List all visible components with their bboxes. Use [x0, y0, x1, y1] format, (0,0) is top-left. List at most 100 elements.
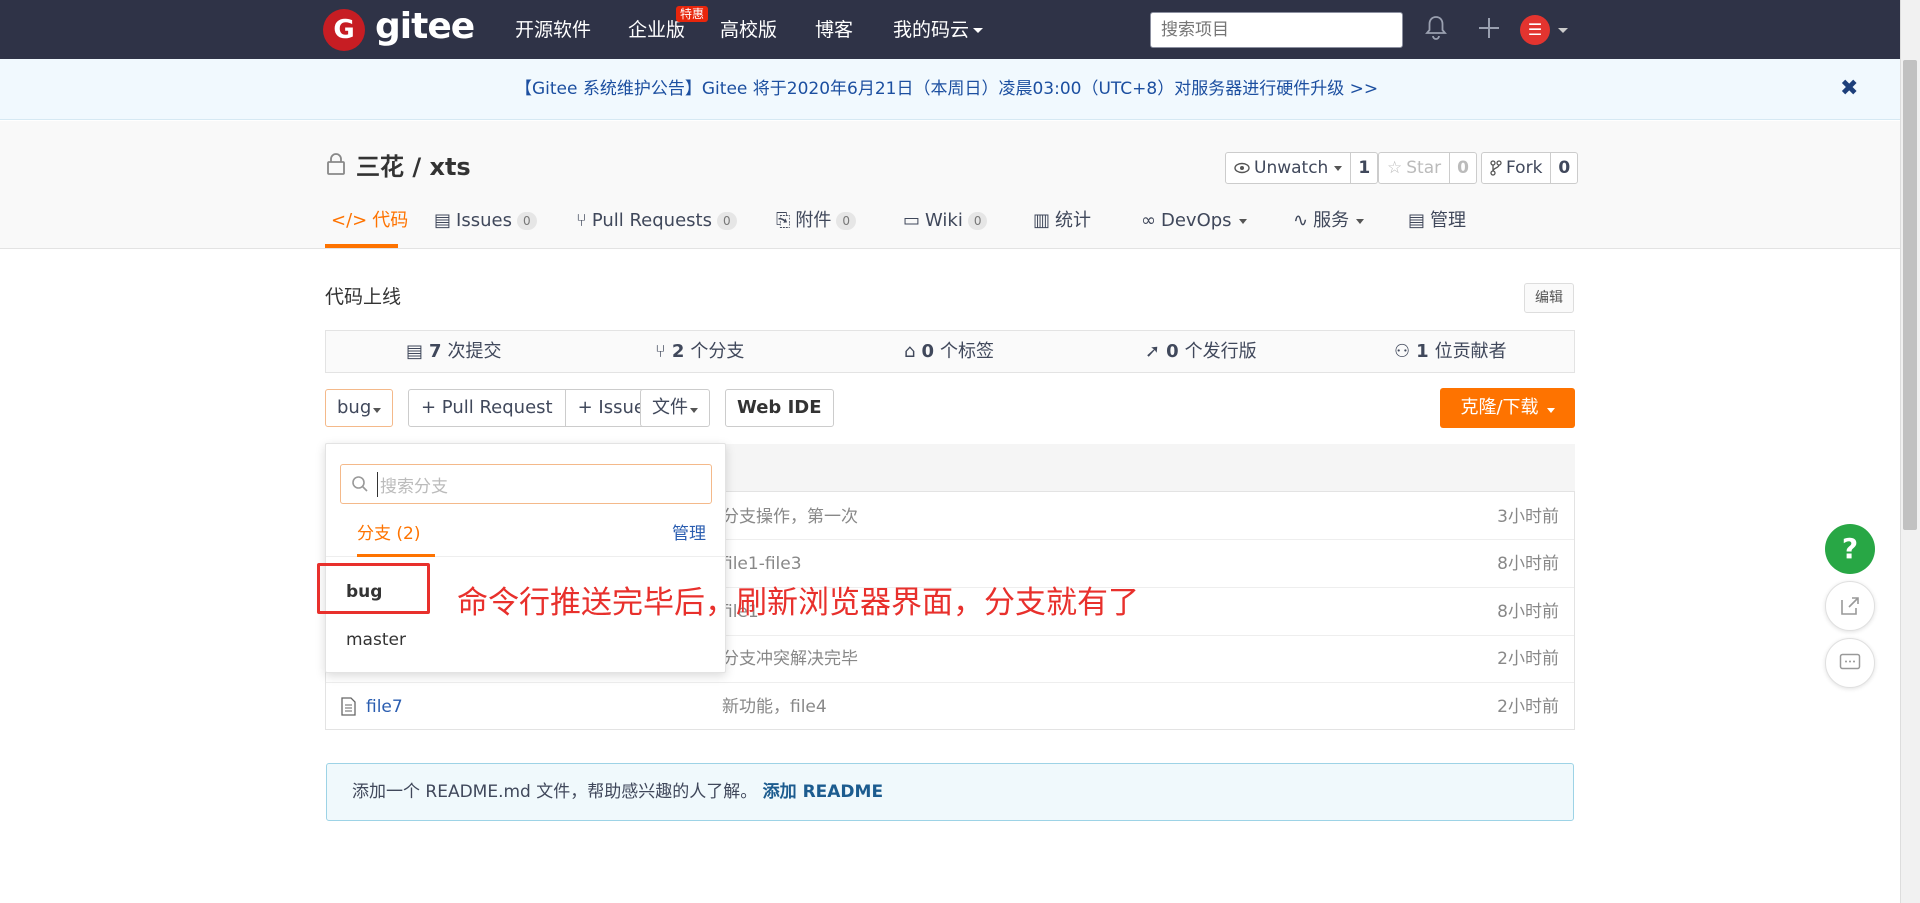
stat-contributors-label: 位贡献者 [1434, 341, 1507, 362]
stat-tags[interactable]: ⌂ 0 个标签 [904, 340, 994, 364]
gitee-logo-icon[interactable]: G [323, 9, 365, 51]
tab-attachments-label: 附件 [795, 210, 832, 231]
stat-contributors[interactable]: ⚇ 1 位贡献者 [1394, 340, 1507, 364]
scrollbar-thumb[interactable] [1903, 60, 1917, 530]
nav-my-gitee[interactable]: 我的码云 [893, 17, 984, 43]
eye-icon [1234, 162, 1250, 174]
row-divider [326, 682, 1574, 683]
commit-message[interactable]: 分支操作，第一次 [722, 506, 858, 528]
clone-download-button[interactable]: 克隆/下载 [1440, 388, 1575, 428]
tab-pull-requests-label: Pull Requests [591, 210, 712, 231]
tab-devops[interactable]: ∞ DevOps [1141, 208, 1247, 234]
search-icon [352, 476, 368, 492]
commit-time: 8小时前 [1497, 554, 1559, 574]
close-icon[interactable]: ✖ [1840, 77, 1858, 101]
tab-services[interactable]: ∿ 服务 [1293, 208, 1365, 234]
avatar-chevron-down-icon[interactable] [1558, 28, 1568, 33]
commit-time: 2小时前 [1497, 697, 1559, 717]
nav-my-gitee-label: 我的码云 [893, 19, 970, 41]
nav-open-source[interactable]: 开源软件 [515, 17, 591, 43]
code-icon: </> [331, 210, 368, 231]
commit-time: 8小时前 [1497, 602, 1559, 622]
chevron-down-icon [1334, 165, 1343, 171]
branch-search-placeholder: 搜索分支 [377, 471, 448, 497]
star-button[interactable]: ☆ Star 0 [1378, 152, 1477, 184]
file-name-link[interactable]: file7 [366, 696, 403, 718]
chat-button[interactable] [1825, 638, 1875, 688]
add-readme-link[interactable]: 添加 README [763, 782, 883, 802]
tab-wiki-count: 0 [967, 212, 988, 230]
chat-icon [1839, 653, 1861, 670]
annotation-highlight-box [317, 563, 430, 614]
infinity-icon: ∞ [1141, 210, 1156, 231]
star-count[interactable]: 0 [1450, 153, 1476, 183]
branch-manage-link[interactable]: 管理 [672, 522, 706, 546]
stat-releases-label: 个发行版 [1184, 341, 1257, 362]
branch-search-input[interactable]: 搜索分支 [340, 464, 712, 504]
stat-commits[interactable]: ▤ 7 次提交 [406, 340, 502, 364]
fork-count[interactable]: 0 [1551, 153, 1577, 183]
bell-icon[interactable] [1424, 14, 1448, 42]
chevron-down-icon [1356, 218, 1365, 224]
chevron-down-icon [690, 408, 698, 413]
new-pull-request-button[interactable]: + Pull Request [409, 390, 565, 426]
stat-releases[interactable]: ➚ 0 个发行版 [1145, 340, 1257, 364]
annotation-text: 命令行推送完毕后，刷新浏览器界面，分支就有了 [457, 585, 1139, 621]
stat-branches[interactable]: ⑂ 2 个分支 [655, 340, 744, 364]
clipboard-icon: ▤ [1408, 210, 1426, 231]
tab-manage[interactable]: ▤ 管理 [1408, 208, 1466, 234]
stat-tags-num: 0 [921, 341, 934, 362]
chevron-down-icon [1546, 408, 1555, 413]
file-menu-button[interactable]: 文件 [640, 389, 710, 427]
tab-devops-label: DevOps [1161, 210, 1232, 231]
branch-tab-underline [357, 554, 435, 557]
chevron-down-icon [373, 408, 382, 413]
watch-count[interactable]: 1 [1351, 153, 1377, 183]
share-button[interactable] [1825, 581, 1875, 631]
branch-item-master[interactable]: master [346, 629, 406, 651]
tab-stats[interactable]: ▥ 统计 [1033, 208, 1091, 234]
help-button[interactable]: ? [1825, 524, 1875, 574]
tab-wiki[interactable]: ▭ Wiki 0 [903, 208, 988, 234]
nav-education[interactable]: 高校版 [720, 17, 777, 43]
notice-text[interactable]: 【Gitee 系统维护公告】Gitee 将于2020年6月21日（本周日）凌晨0… [515, 77, 1378, 101]
stat-contributors-num: 1 [1416, 341, 1429, 362]
star-icon: ☆ [1387, 158, 1403, 178]
repo-description: 代码上线 [325, 286, 402, 308]
search-input[interactable] [1150, 12, 1403, 48]
edit-button[interactable]: 编辑 [1524, 283, 1574, 313]
tab-pull-requests[interactable]: ⑂ Pull Requests 0 [576, 208, 737, 234]
star-label: Star [1406, 158, 1442, 178]
tab-issues[interactable]: ▤ Issues 0 [434, 208, 537, 234]
watch-button[interactable]: Unwatch 1 [1225, 152, 1379, 184]
branch-icon: ⑂ [655, 341, 666, 362]
issues-icon: ▤ [434, 210, 452, 231]
chevron-down-icon [973, 28, 984, 33]
tab-code-label: 代码 [372, 210, 409, 231]
web-ide-button[interactable]: Web IDE [725, 389, 834, 427]
send-icon: ➚ [1145, 341, 1161, 362]
commit-message[interactable]: 分支冲突解决完毕 [722, 648, 858, 670]
paperclip-icon: ⎘ [776, 210, 791, 231]
fork-button[interactable]: Fork 0 [1481, 152, 1579, 184]
lock-icon [326, 152, 346, 176]
stat-commits-num: 7 [429, 341, 442, 362]
tab-attachments[interactable]: ⎘ 附件 0 [776, 208, 857, 234]
avatar[interactable]: ☰ [1520, 15, 1550, 45]
branch-select[interactable]: bug [325, 389, 394, 427]
tab-stats-label: 统计 [1055, 210, 1092, 231]
readme-notice-text: 添加一个 README.md 文件，帮助感兴趣的人了解。 添加 README [352, 781, 883, 803]
tab-code[interactable]: </> 代码 [331, 208, 408, 234]
commit-message[interactable]: 新功能，file4 [722, 696, 827, 718]
nav-blog[interactable]: 博客 [815, 17, 853, 43]
tab-wiki-label: Wiki [925, 210, 963, 231]
branch-tab[interactable]: 分支 (2) [357, 522, 420, 546]
share-icon [1841, 597, 1859, 615]
tab-attachments-count: 0 [836, 212, 857, 230]
plus-icon[interactable] [1476, 14, 1502, 42]
repo-title[interactable]: 三花 / xts [356, 151, 471, 183]
commit-message[interactable]: file1-file3 [722, 553, 802, 575]
chevron-down-icon [1238, 218, 1247, 224]
gitee-logo-text[interactable]: gitee [375, 4, 475, 50]
pulse-icon: ∿ [1293, 210, 1309, 231]
